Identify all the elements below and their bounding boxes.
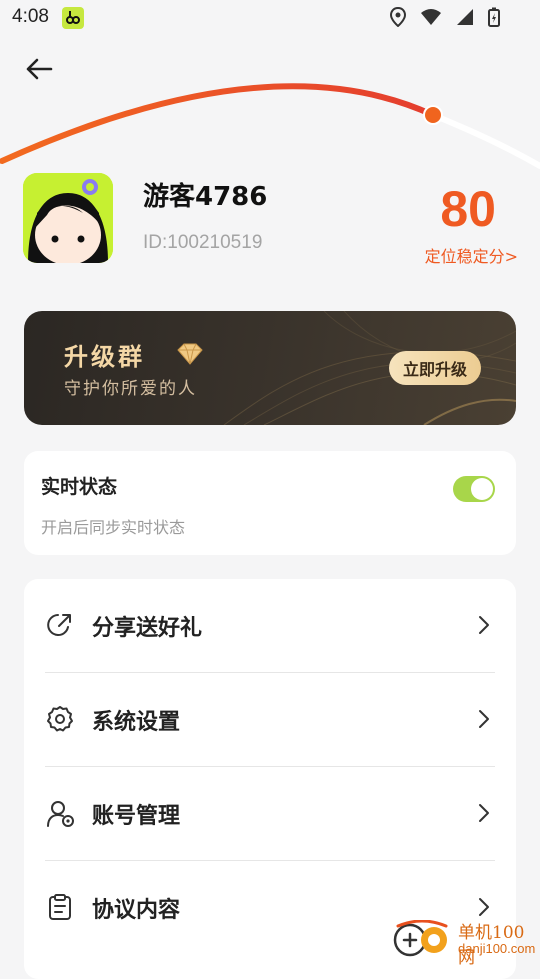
upgrade-banner[interactable]: 升级群 守护你所爱的人 立即升级 — [24, 311, 516, 425]
status-icons — [389, 6, 500, 31]
menu-item-label: 协议内容 — [92, 898, 181, 923]
location-icon — [389, 6, 407, 31]
chevron-right-icon — [478, 615, 490, 639]
battery-charging-icon — [488, 7, 500, 31]
app-notification-icon — [62, 7, 84, 29]
menu-item-label: 系统设置 — [92, 710, 181, 735]
username: 游客4786 — [143, 182, 268, 212]
menu-item-account[interactable]: 账号管理 — [24, 767, 516, 861]
status-time: 4:08 — [12, 6, 49, 27]
upgrade-now-button[interactable]: 立即升级 — [389, 351, 481, 385]
wifi-icon — [420, 8, 442, 30]
chevron-right-icon — [478, 803, 490, 827]
score-arc — [0, 83, 540, 169]
menu-item-share[interactable]: 分享送好礼 — [24, 579, 516, 673]
menu-item-label: 账号管理 — [92, 804, 181, 829]
watermark-logo — [392, 919, 452, 958]
gear-icon — [46, 705, 74, 733]
avatar[interactable] — [23, 173, 113, 263]
share-icon — [46, 611, 74, 639]
clipboard-icon — [46, 893, 74, 921]
status-bar: 4:08 — [0, 0, 540, 36]
realtime-status-title: 实时状态 — [41, 476, 118, 498]
user-settings-icon — [46, 799, 74, 827]
realtime-status-subtitle: 开启后同步实时状态 — [41, 518, 186, 537]
user-id: ID:100210519 — [143, 232, 263, 253]
menu-item-settings[interactable]: 系统设置 — [24, 673, 516, 767]
stability-score-link[interactable]: 定位稳定分> — [425, 243, 518, 267]
watermark: 单机100网 danji100.com — [392, 918, 540, 968]
watermark-url: danji100.com — [458, 941, 536, 956]
toggle-knob — [471, 478, 493, 500]
realtime-status-toggle[interactable] — [453, 476, 495, 502]
diamond-icon — [176, 343, 204, 369]
realtime-status-card: 实时状态 开启后同步实时状态 — [24, 451, 516, 555]
banner-title: 升级群 — [64, 343, 145, 371]
banner-subtitle: 守护你所爱的人 — [64, 379, 197, 399]
menu-item-label: 分享送好礼 — [92, 616, 203, 641]
chevron-right-icon — [478, 709, 490, 733]
stability-score: 80 — [440, 181, 496, 237]
signal-icon — [456, 8, 474, 30]
